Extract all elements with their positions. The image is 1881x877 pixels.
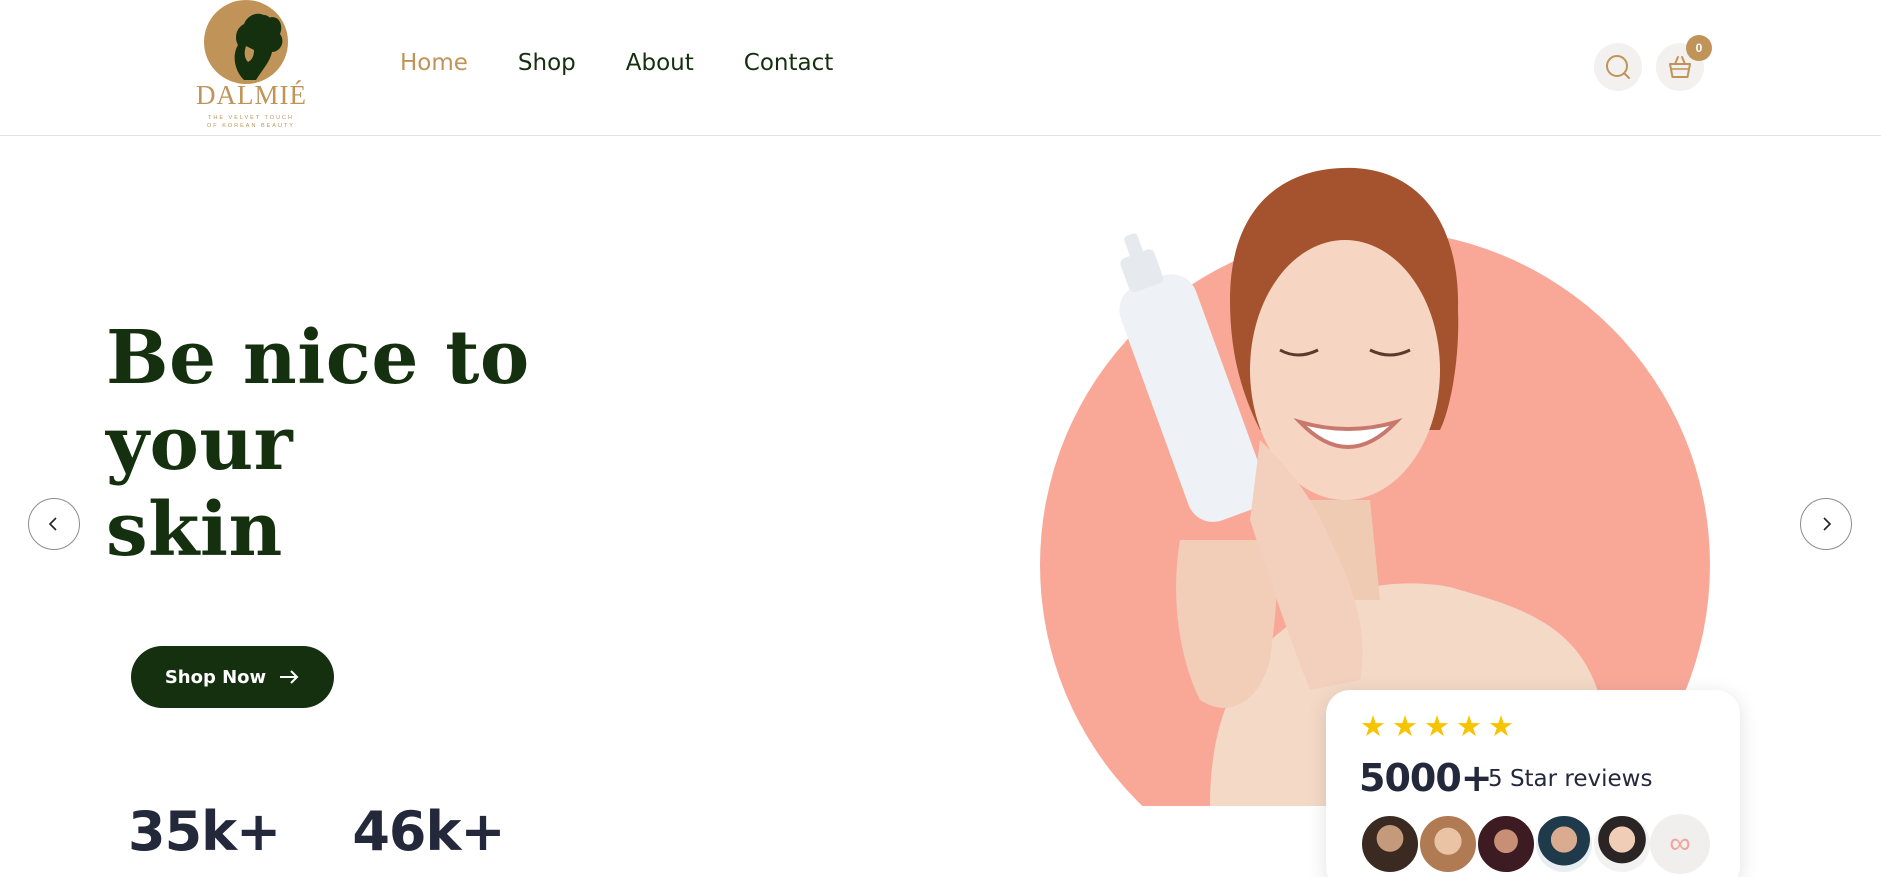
brand-logo[interactable]: DALMIÉ THE VELVET TOUCH OF KOREAN BEAUTY — [196, 0, 306, 130]
star-icon: ★ — [1456, 711, 1482, 743]
avatar — [1360, 814, 1420, 874]
nav-shop[interactable]: Shop — [518, 50, 576, 76]
avatar — [1592, 814, 1652, 874]
rating-stars: ★ ★ ★ ★ ★ — [1360, 712, 1514, 742]
slider-prev-button[interactable] — [28, 498, 80, 550]
chevron-left-icon — [48, 517, 57, 531]
reviewer-avatars: ∞ — [1360, 814, 1710, 874]
brand-tagline: THE VELVET TOUCH OF KOREAN BEAUTY — [207, 115, 295, 129]
search-button[interactable] — [1594, 43, 1642, 91]
nav-home[interactable]: Home — [400, 50, 468, 76]
star-icon: ★ — [1392, 711, 1418, 743]
nav-about[interactable]: About — [626, 50, 694, 76]
stat-value: 35k+ — [128, 800, 281, 863]
hero-title: Be nice to your skin — [106, 315, 530, 573]
review-label: 5 Star reviews — [1488, 766, 1653, 792]
review-card: ★ ★ ★ ★ ★ 5000+ 5 Star reviews ∞ — [1326, 690, 1740, 877]
shop-now-button[interactable]: Shop Now — [131, 646, 334, 708]
infinity-icon: ∞ — [1650, 814, 1710, 874]
avatar — [1418, 814, 1478, 874]
slider-next-button[interactable] — [1800, 498, 1852, 550]
star-icon: ★ — [1424, 711, 1450, 743]
brand-name: DALMIÉ — [196, 80, 307, 110]
stat-value: 46k+ — [352, 800, 505, 863]
avatar — [1476, 814, 1536, 874]
site-header: DALMIÉ THE VELVET TOUCH OF KOREAN BEAUTY… — [0, 0, 1881, 136]
star-icon: ★ — [1488, 711, 1514, 743]
stats-row: 35k+ 46k+ — [128, 800, 506, 863]
logo-emblem — [204, 0, 288, 84]
chevron-right-icon — [1823, 517, 1832, 531]
star-icon: ★ — [1360, 711, 1386, 743]
search-icon — [1606, 55, 1630, 79]
shop-now-label: Shop Now — [164, 666, 267, 688]
arrow-right-icon — [280, 670, 299, 684]
avatar — [1534, 814, 1594, 874]
nav-contact[interactable]: Contact — [744, 50, 833, 76]
main-nav: Home Shop About Contact — [400, 50, 833, 76]
cart-count-badge: 0 — [1686, 35, 1712, 61]
review-count: 5000+ — [1359, 756, 1493, 800]
